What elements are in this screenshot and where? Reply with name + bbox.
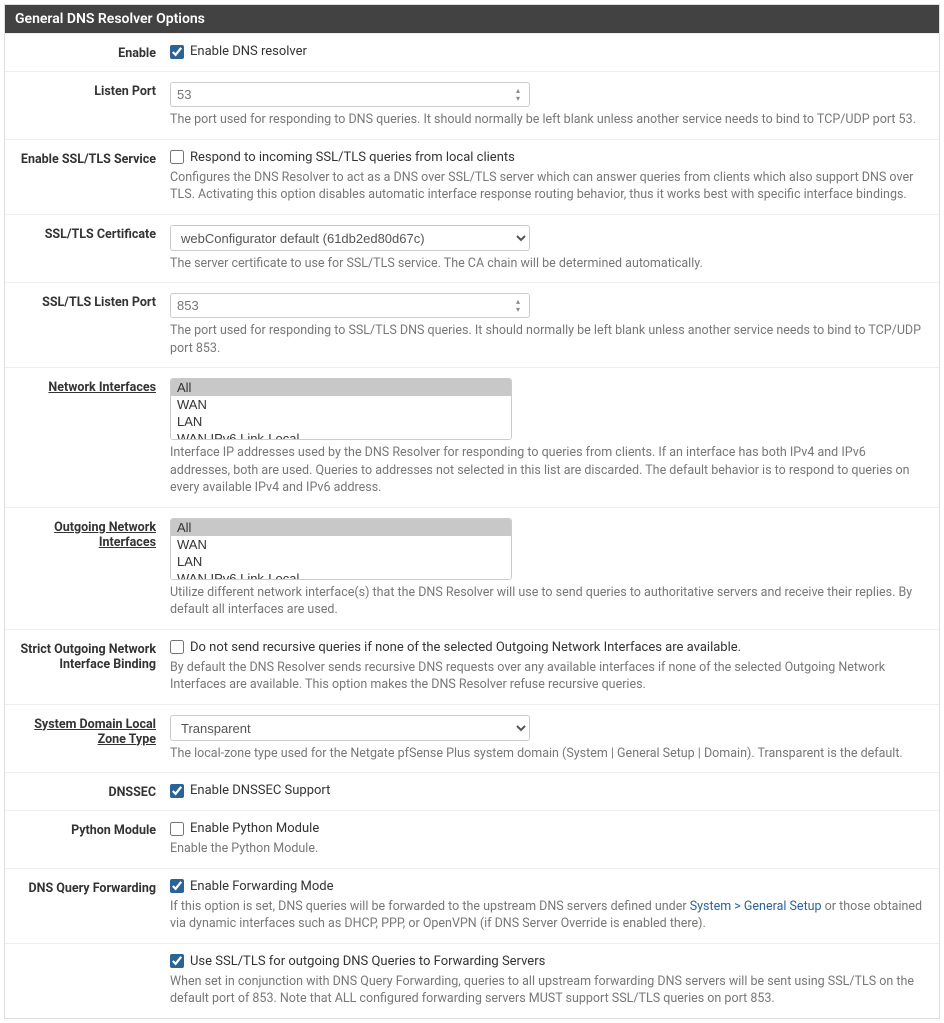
row-dnssec: DNSSEC Enable DNSSEC Support xyxy=(5,772,939,810)
row-dns-forwarding: DNS Query Forwarding Enable Forwarding M… xyxy=(5,868,939,943)
ssl-cert-select[interactable]: webConfigurator default (61db2ed80d67c) xyxy=(170,225,530,251)
label-network-interfaces: Network Interfaces xyxy=(5,378,170,497)
label-dns-forwarding: DNS Query Forwarding xyxy=(5,879,170,933)
label-ssl-cert: SSL/TLS Certificate xyxy=(5,225,170,273)
enable-checkbox[interactable] xyxy=(170,45,184,59)
enable-checkbox-label[interactable]: Enable DNS resolver xyxy=(190,44,307,59)
dns-forwarding-checkbox-label[interactable]: Enable Forwarding Mode xyxy=(190,879,334,894)
use-ssl-outgoing-checkbox[interactable] xyxy=(170,954,184,968)
system-general-setup-link[interactable]: System > General Setup xyxy=(690,899,822,914)
dnssec-checkbox[interactable] xyxy=(170,784,184,798)
label-use-ssl-outgoing xyxy=(5,954,170,1008)
row-outgoing-interfaces: Outgoing Network Interfaces AllWANLANWAN… xyxy=(5,507,939,629)
dns-forwarding-checkbox[interactable] xyxy=(170,879,184,893)
outgoing-interfaces-select[interactable]: AllWANLANWAN IPv6 Link-Local xyxy=(170,518,512,580)
help-ssl-cert: The server certificate to use for SSL/TL… xyxy=(170,255,927,273)
spinner-icon[interactable]: ▴▾ xyxy=(510,297,526,315)
dns-resolver-panel: General DNS Resolver Options Enable Enab… xyxy=(4,4,940,1019)
spinner-icon[interactable]: ▴▾ xyxy=(510,86,526,104)
row-enable-ssl: Enable SSL/TLS Service Respond to incomi… xyxy=(5,139,939,214)
network-interfaces-select[interactable]: AllWANLANWAN IPv6 Link-Local xyxy=(170,378,512,440)
row-network-interfaces: Network Interfaces AllWANLANWAN IPv6 Lin… xyxy=(5,367,939,507)
help-listen-port: The port used for responding to DNS quer… xyxy=(170,111,927,129)
row-ssl-cert: SSL/TLS Certificate webConfigurator defa… xyxy=(5,214,939,283)
help-system-domain: The local-zone type used for the Netgate… xyxy=(170,745,927,763)
use-ssl-outgoing-checkbox-label[interactable]: Use SSL/TLS for outgoing DNS Queries to … xyxy=(190,954,545,969)
label-enable: Enable xyxy=(5,44,170,61)
help-python-module: Enable the Python Module. xyxy=(170,840,927,858)
help-strict-outgoing: By default the DNS Resolver sends recurs… xyxy=(170,659,927,694)
panel-title: General DNS Resolver Options xyxy=(5,5,939,33)
enable-ssl-checkbox-label[interactable]: Respond to incoming SSL/TLS queries from… xyxy=(190,150,515,165)
row-enable: Enable Enable DNS resolver xyxy=(5,33,939,71)
help-dns-forwarding: If this option is set, DNS queries will … xyxy=(170,898,927,933)
label-outgoing-interfaces: Outgoing Network Interfaces xyxy=(5,518,170,619)
python-module-checkbox-label[interactable]: Enable Python Module xyxy=(190,821,319,836)
listen-port-input[interactable] xyxy=(170,82,530,107)
help-ssl-listen-port: The port used for responding to SSL/TLS … xyxy=(170,322,927,357)
row-use-ssl-outgoing: Use SSL/TLS for outgoing DNS Queries to … xyxy=(5,943,939,1018)
row-python-module: Python Module Enable Python Module Enabl… xyxy=(5,810,939,868)
help-network-interfaces: Interface IP addresses used by the DNS R… xyxy=(170,444,927,497)
row-strict-outgoing: Strict Outgoing Network Interface Bindin… xyxy=(5,629,939,704)
help-outgoing-interfaces: Utilize different network interface(s) t… xyxy=(170,584,927,619)
label-strict-outgoing: Strict Outgoing Network Interface Bindin… xyxy=(5,640,170,694)
help-enable-ssl: Configures the DNS Resolver to act as a … xyxy=(170,169,927,204)
row-ssl-listen-port: SSL/TLS Listen Port ▴▾ The port used for… xyxy=(5,282,939,367)
label-python-module: Python Module xyxy=(5,821,170,858)
label-dnssec: DNSSEC xyxy=(5,783,170,800)
ssl-listen-port-input[interactable] xyxy=(170,293,530,318)
strict-outgoing-checkbox-label[interactable]: Do not send recursive queries if none of… xyxy=(190,640,741,655)
label-enable-ssl: Enable SSL/TLS Service xyxy=(5,150,170,204)
label-system-domain: System Domain Local Zone Type xyxy=(5,715,170,763)
label-ssl-listen-port: SSL/TLS Listen Port xyxy=(5,293,170,357)
label-listen-port: Listen Port xyxy=(5,82,170,129)
row-system-domain: System Domain Local Zone Type Transparen… xyxy=(5,704,939,773)
help-use-ssl-outgoing: When set in conjunction with DNS Query F… xyxy=(170,973,927,1008)
python-module-checkbox[interactable] xyxy=(170,822,184,836)
row-listen-port: Listen Port ▴▾ The port used for respond… xyxy=(5,71,939,139)
strict-outgoing-checkbox[interactable] xyxy=(170,640,184,654)
dnssec-checkbox-label[interactable]: Enable DNSSEC Support xyxy=(190,783,330,798)
system-domain-select[interactable]: Transparent xyxy=(170,715,530,741)
enable-ssl-checkbox[interactable] xyxy=(170,150,184,164)
